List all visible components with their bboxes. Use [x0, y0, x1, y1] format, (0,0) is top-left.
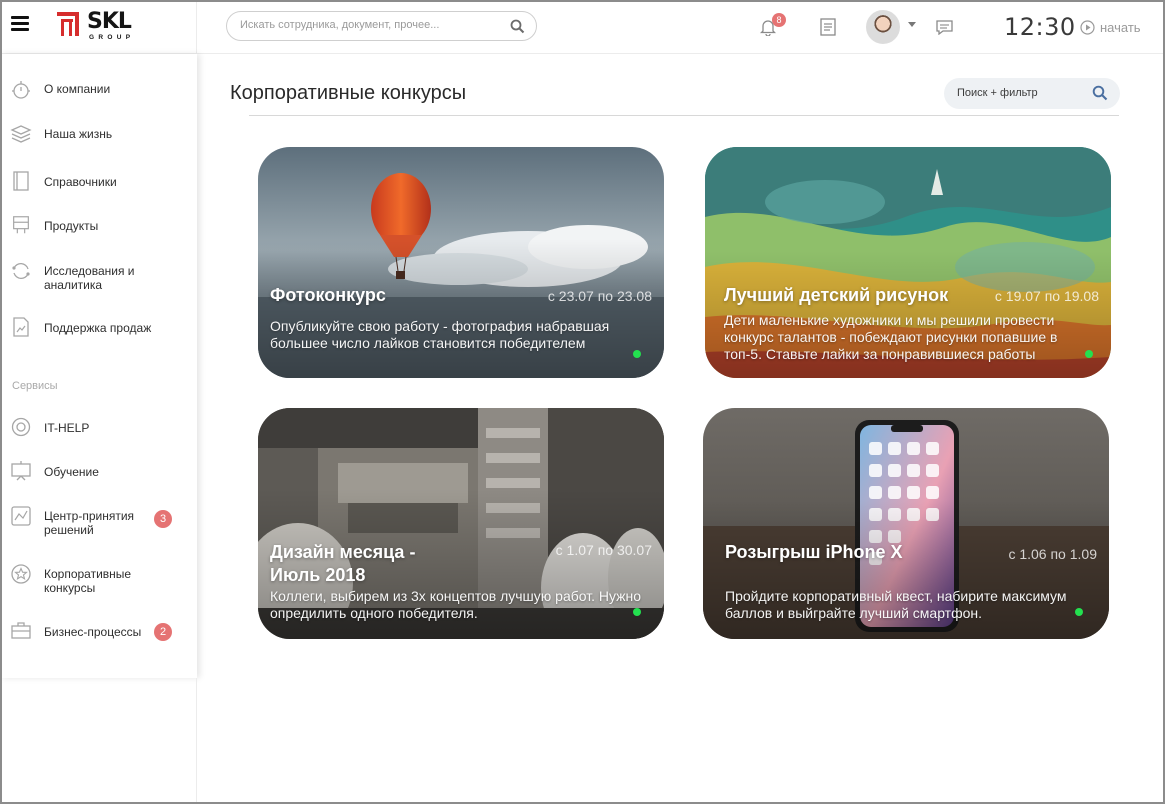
- contest-card-photo[interactable]: Фотоконкурс с 23.07 по 23.08 Опубликуйте…: [258, 147, 664, 378]
- sidebar-item-label: Поддержка продаж: [44, 321, 152, 335]
- sidebar-item-corporate-contests[interactable]: Корпоративные конкурсы: [0, 563, 197, 595]
- contest-card-design[interactable]: Дизайн месяца - Июль 2018 с 1.07 по 30.0…: [258, 408, 664, 639]
- services-section-label: Сервисы: [12, 380, 58, 392]
- sidebar-item-it-help[interactable]: IT-HELP: [0, 416, 197, 440]
- search-input[interactable]: [240, 19, 500, 31]
- sidebar-item-label: О компании: [44, 82, 111, 96]
- document-icon[interactable]: [820, 18, 836, 36]
- sidebar-item-label: Центр-принятия решений: [44, 509, 135, 537]
- card-title: Дизайн месяца - Июль 2018: [270, 542, 416, 585]
- compass-icon: [12, 81, 30, 99]
- chevron-down-icon[interactable]: [908, 22, 916, 28]
- sidebar-item-decision-center[interactable]: Центр-принятия решений 3: [0, 505, 197, 537]
- logo-name: SKL: [87, 9, 132, 34]
- book-icon: [13, 171, 29, 191]
- search-icon[interactable]: [510, 19, 525, 34]
- sidebar-item-about[interactable]: О компании: [0, 79, 197, 103]
- decision-center-badge: 3: [154, 510, 172, 528]
- sidebar-item-sales-support[interactable]: Поддержка продаж: [0, 316, 197, 340]
- layers-icon: [10, 125, 32, 143]
- global-search: [226, 11, 537, 41]
- sidebar-item-label: Исследования и аналитика: [44, 264, 135, 292]
- active-status-dot: [633, 350, 641, 358]
- sidebar-item-products[interactable]: Продукты: [0, 214, 197, 238]
- card-description: Пройдите корпоративный квест, набирите м…: [725, 588, 1067, 621]
- sidebar-item-label: Справочники: [44, 175, 117, 189]
- chat-icon[interactable]: [936, 20, 953, 35]
- contest-card-iphone[interactable]: Розыгрыш iPhone X с 1.06 по 1.09 Пройдит…: [703, 408, 1109, 639]
- card-date: с 19.07 по 19.08: [994, 288, 1099, 304]
- sidebar-item-education[interactable]: Обучение: [0, 460, 197, 484]
- card-date: с 1.06 по 1.09: [1008, 546, 1097, 562]
- sidebar-divider: [196, 678, 197, 804]
- filter-label: Поиск + фильтр: [957, 87, 1038, 99]
- sidebar-item-our-life[interactable]: Наша жизнь: [0, 123, 197, 147]
- logo-mark-icon: [57, 12, 79, 36]
- card-title: Розыгрыш iPhone X: [725, 542, 903, 562]
- start-label: начать: [1100, 20, 1141, 35]
- brand-area: SKL GROUP: [0, 0, 197, 54]
- logo-subtitle: GROUP: [89, 34, 135, 41]
- cart-icon: [13, 216, 29, 234]
- card-title: Лучший детский рисунок: [724, 285, 949, 305]
- sidebar-item-label: Корпоративные конкурсы: [44, 567, 132, 595]
- lifebuoy-icon: [11, 417, 31, 437]
- sidebar-item-label: IT-HELP: [44, 421, 90, 435]
- card-description: Дети маленькие художники и мы решили про…: [724, 312, 1058, 362]
- star-icon: [11, 564, 31, 584]
- clock: 12:30: [1004, 13, 1076, 41]
- search-icon: [1092, 85, 1108, 101]
- sidebar-item-business-processes[interactable]: Бизнес-процессы 2: [0, 620, 197, 644]
- briefcase-icon: [11, 622, 31, 639]
- business-processes-badge: 2: [154, 623, 172, 641]
- card-description: Коллеги, выбирем из 3х концептов лучшую …: [270, 588, 642, 621]
- sidebar: О компании Наша жизнь Справочники Продук…: [0, 54, 197, 678]
- active-status-dot: [633, 608, 641, 616]
- card-date: с 1.07 по 30.07: [555, 542, 652, 558]
- avatar[interactable]: [866, 10, 900, 44]
- search-filter-button[interactable]: Поиск + фильтр: [944, 78, 1120, 109]
- card-title: Фотоконкурс: [270, 285, 386, 305]
- menu-icon[interactable]: [11, 16, 29, 32]
- card-date: с 23.07 по 23.08: [547, 288, 652, 304]
- sidebar-item-label: Бизнес-процессы: [44, 625, 142, 639]
- play-icon: [1080, 20, 1095, 35]
- sidebar-item-directories[interactable]: Справочники: [0, 170, 197, 194]
- top-bar: SKL GROUP 8 12:30 начать: [0, 0, 1165, 54]
- network-icon: [11, 506, 31, 526]
- notification-badge: 8: [772, 13, 786, 27]
- sidebar-item-label: Продукты: [44, 219, 99, 233]
- title-divider: [249, 115, 1119, 116]
- sidebar-item-label: Обучение: [44, 465, 99, 479]
- active-status-dot: [1085, 350, 1093, 358]
- page-title: Корпоративные конкурсы: [230, 82, 467, 104]
- refresh-icon: [12, 263, 30, 279]
- presentation-icon: [11, 461, 31, 481]
- card-description: Опубликуйте свою работу - фотография наб…: [270, 318, 610, 351]
- active-status-dot: [1075, 608, 1083, 616]
- sidebar-item-label: Наша жизнь: [44, 127, 113, 141]
- contest-card-drawing[interactable]: Лучший детский рисунок с 19.07 по 19.08 …: [705, 147, 1111, 378]
- report-icon: [13, 317, 29, 337]
- sidebar-item-research[interactable]: Исследования и аналитика: [0, 260, 197, 292]
